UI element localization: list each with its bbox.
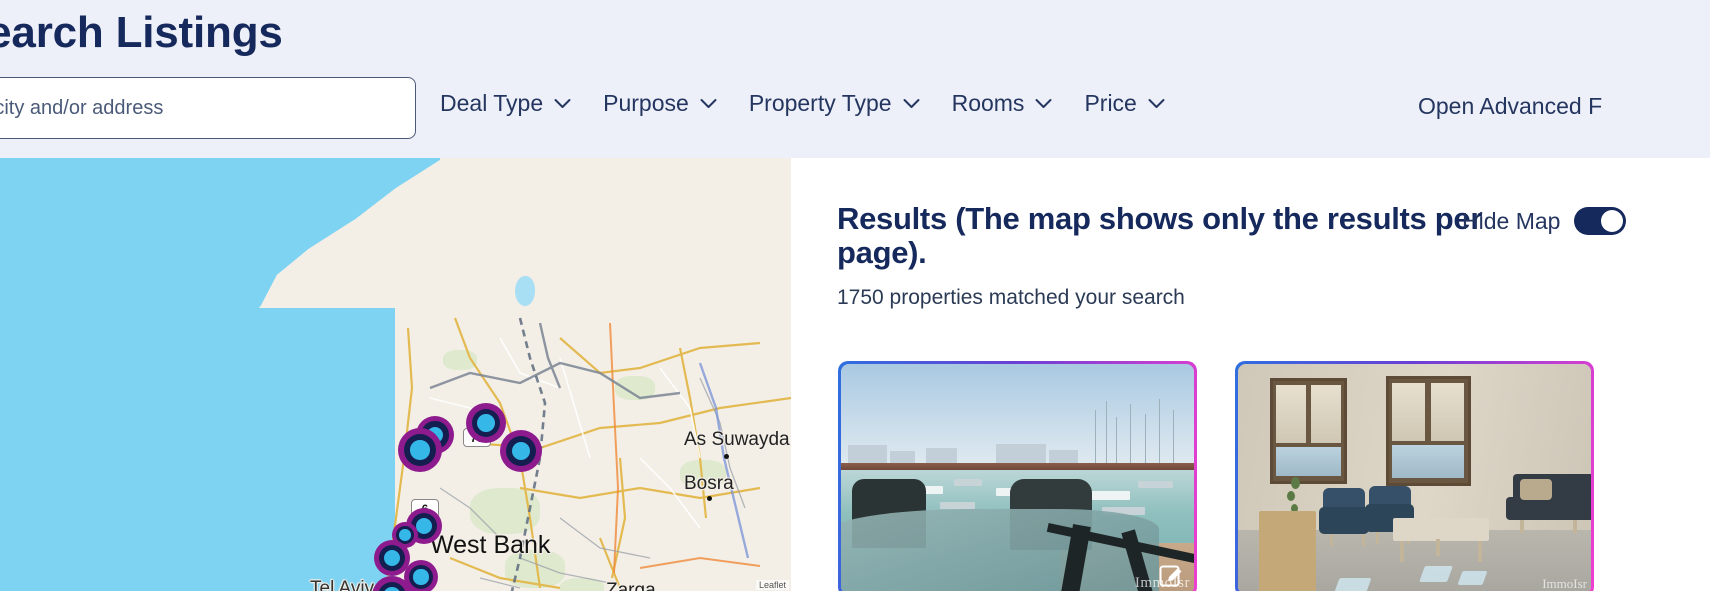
map-city-dot bbox=[724, 454, 729, 459]
chevron-down-icon bbox=[903, 98, 920, 109]
listing-card[interactable]: ImmoIsr bbox=[1235, 361, 1594, 591]
map-label-zarqa: Zarqa bbox=[606, 580, 656, 591]
marker-core bbox=[413, 569, 429, 585]
marker-core bbox=[511, 441, 531, 461]
search-input[interactable] bbox=[0, 77, 416, 139]
chevron-down-icon bbox=[700, 98, 717, 109]
map-marker[interactable] bbox=[398, 428, 442, 472]
page-header: Search Listings Deal Type Purpose Proper… bbox=[0, 0, 1710, 158]
marker-core bbox=[383, 549, 401, 567]
marker-ring bbox=[408, 564, 434, 590]
marker-ring bbox=[471, 408, 501, 438]
map-attribution: Leaflet bbox=[755, 580, 789, 590]
filter-purpose-label: Purpose bbox=[603, 90, 689, 116]
marker-ring bbox=[377, 581, 407, 591]
filter-price[interactable]: Price bbox=[1084, 90, 1165, 117]
hide-map-label: Hide Map bbox=[1462, 207, 1561, 234]
listing-photo-marina: ImmoIsr bbox=[841, 364, 1194, 591]
results-count: 1750 properties matched your search bbox=[837, 286, 1185, 310]
map-label-bosra: Bosra bbox=[684, 473, 734, 494]
search-listings-page: Search Listings Deal Type Purpose Proper… bbox=[0, 0, 1710, 591]
results-title: Results (The map shows only the results … bbox=[837, 201, 1483, 271]
marker-core bbox=[410, 440, 430, 460]
filter-property-type[interactable]: Property Type bbox=[749, 90, 920, 117]
chevron-down-icon bbox=[1035, 98, 1052, 109]
listing-card-image-wrapper: ImmoIsr bbox=[1238, 364, 1591, 591]
chevron-down-icon bbox=[1148, 98, 1165, 109]
listing-photo-living-room: ImmoIsr bbox=[1238, 364, 1591, 591]
edit-pencil-icon[interactable] bbox=[1158, 563, 1184, 589]
hide-map-toggle[interactable] bbox=[1574, 207, 1627, 235]
filter-price-label: Price bbox=[1084, 90, 1137, 116]
map-marker[interactable] bbox=[500, 430, 542, 472]
marker-ring bbox=[505, 435, 537, 467]
map-panel[interactable]: 77 6 40 West Bank Tel Aviv Israel Jerusa… bbox=[0, 158, 791, 591]
listing-card[interactable]: ImmoIsr bbox=[838, 361, 1197, 591]
filter-deal-type-label: Deal Type bbox=[440, 90, 544, 116]
listing-card-image-wrapper: ImmoIsr bbox=[841, 364, 1194, 591]
map-label-as-suwayda: As Suwayda bbox=[684, 429, 790, 450]
filter-rooms[interactable]: Rooms bbox=[952, 90, 1053, 117]
marker-ring bbox=[404, 434, 436, 466]
marker-core bbox=[477, 414, 495, 432]
filter-rooms-label: Rooms bbox=[951, 90, 1025, 116]
results-header: Results (The map shows only the results … bbox=[837, 201, 1487, 310]
marker-core bbox=[399, 529, 411, 541]
marker-core bbox=[415, 517, 433, 535]
marker-core bbox=[383, 587, 401, 591]
map-label-west-bank: West Bank bbox=[430, 531, 551, 559]
filter-purpose[interactable]: Purpose bbox=[603, 90, 717, 117]
chevron-down-icon bbox=[554, 98, 571, 109]
filter-bar: Deal Type Purpose Property Type Rooms Pr… bbox=[440, 90, 1165, 117]
map-city-dot bbox=[707, 496, 712, 501]
map-marker[interactable] bbox=[466, 403, 506, 443]
marker-ring bbox=[379, 545, 405, 571]
map-label-tel-aviv: Tel Aviv bbox=[310, 578, 375, 591]
search-field-wrapper bbox=[0, 77, 416, 139]
page-title: Search Listings bbox=[0, 8, 283, 57]
hide-map-control[interactable]: Hide Map bbox=[1462, 207, 1627, 235]
listing-watermark: ImmoIsr bbox=[1542, 576, 1587, 591]
filter-property-type-label: Property Type bbox=[748, 90, 892, 116]
filter-deal-type[interactable]: Deal Type bbox=[440, 90, 571, 117]
open-advanced-filters-link[interactable]: Open Advanced F bbox=[1418, 93, 1602, 120]
